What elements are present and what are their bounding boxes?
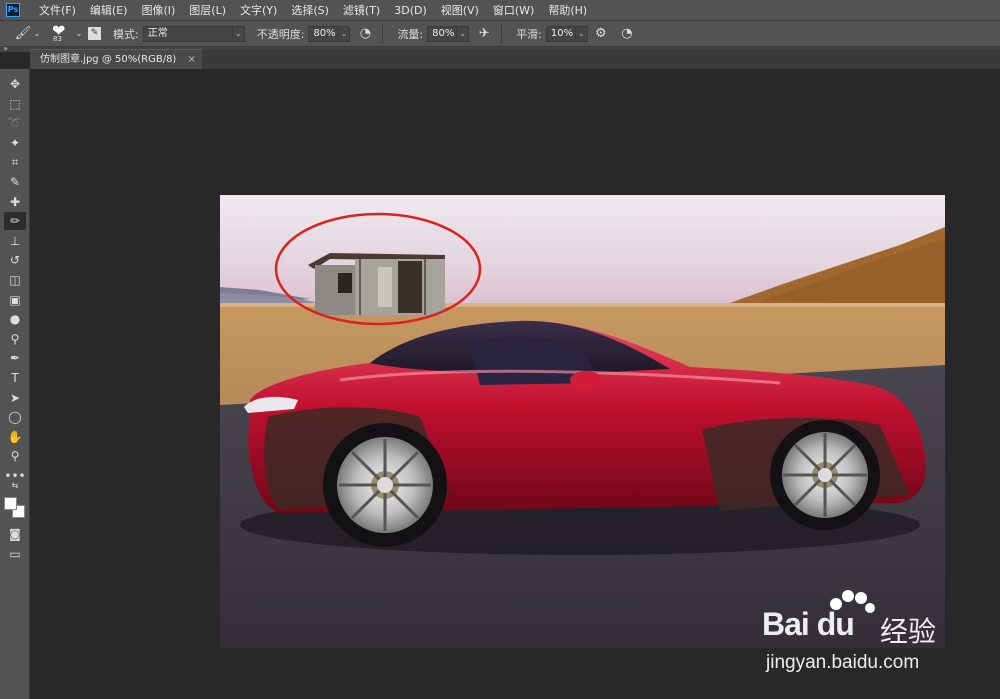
photoshop-logo-icon: Ps: [6, 3, 20, 17]
mode-select[interactable]: 正常: [142, 25, 233, 42]
document-tab[interactable]: 仿制图章.jpg @ 50%(RGB/8) ×: [30, 49, 202, 69]
magic-wand-tool-icon[interactable]: ✦: [4, 134, 26, 152]
collapse-panel-icon[interactable]: »: [3, 44, 8, 53]
chevron-down-icon[interactable]: ⌄: [338, 25, 351, 42]
menu-item[interactable]: 编辑(E): [83, 0, 135, 21]
menu-item[interactable]: 3D(D): [387, 0, 434, 21]
separator: [501, 24, 503, 43]
flow-input[interactable]: 80%: [427, 25, 458, 42]
brush-size: 83: [53, 34, 62, 43]
document-canvas[interactable]: [220, 195, 945, 648]
screen-mode-icon[interactable]: ▭: [4, 545, 26, 563]
zoom-tool-icon[interactable]: ⚲: [4, 447, 26, 465]
menu-item[interactable]: 选择(S): [284, 0, 336, 21]
brush-tool-icon[interactable]: ✏: [4, 212, 26, 231]
hand-tool-icon[interactable]: ✋: [4, 428, 26, 446]
menu-item[interactable]: 图层(L): [182, 0, 233, 21]
dodge-tool-icon[interactable]: ⚲: [4, 330, 26, 348]
eyedropper-tool-icon[interactable]: ✎: [4, 173, 26, 191]
menu-item[interactable]: 文字(Y): [233, 0, 284, 21]
menu-item[interactable]: 文件(F): [32, 0, 83, 21]
options-bar: 🖌 ⌄ ❤ 83 ⌄ ✎ 模式: 正常 ⌄ 不透明度: 80% ⌄ ◔ 流量: …: [0, 21, 1000, 47]
document-tab-title: 仿制图章.jpg @ 50%(RGB/8): [40, 54, 177, 65]
mode-label: 模式:: [113, 27, 139, 41]
lasso-tool-icon[interactable]: ➰: [4, 114, 26, 132]
brush-tool-preset-icon[interactable]: 🖌: [14, 25, 32, 43]
pressure-opacity-icon[interactable]: ◔: [356, 25, 374, 43]
tools-panel: ✥ ⬚ ➰ ✦ ⌗ ✎ ✚ ✏ ⊥ ↺ ◫ ▣ ● ⚲ ✒ T ➤ ◯ ✋ ⚲ ••• ⇆ ◙ ▭: [0, 69, 30, 699]
color-swatches[interactable]: [4, 497, 26, 519]
marquee-tool-icon[interactable]: ⬚: [4, 95, 26, 113]
blur-tool-icon[interactable]: ●: [4, 310, 26, 328]
healing-brush-tool-icon[interactable]: ✚: [4, 193, 26, 211]
pen-tool-icon[interactable]: ✒: [4, 349, 26, 367]
document-tab-bar: 仿制图章.jpg @ 50%(RGB/8) ×: [30, 49, 1000, 69]
menu-item[interactable]: 窗口(W): [486, 0, 541, 21]
pressure-size-icon[interactable]: ◔: [618, 25, 636, 43]
smoothing-input[interactable]: 10%: [545, 25, 576, 42]
airbrush-icon[interactable]: ✈: [475, 25, 493, 43]
history-brush-tool-icon[interactable]: ↺: [4, 251, 26, 269]
opacity-label: 不透明度:: [256, 27, 305, 41]
brush-preset-picker[interactable]: ❤ 83: [48, 21, 74, 45]
swap-colors-icon[interactable]: ⇆: [4, 480, 26, 492]
crop-tool-icon[interactable]: ⌗: [4, 153, 26, 171]
watermark-brand: Bai du: [762, 606, 855, 642]
close-icon[interactable]: ×: [188, 54, 196, 65]
menu-items: 文件(F) 编辑(E) 图像(I) 图层(L) 文字(Y) 选择(S) 滤镜(T) 3D(D)…: [32, 0, 594, 21]
menu-bar: Ps 文件(F) 编辑(E) 图像(I) 图层(L) 文字(Y) 选择(S) 滤镜(T) 3D…: [0, 0, 1000, 21]
separator: [382, 24, 384, 43]
type-tool-icon[interactable]: T: [4, 369, 26, 387]
menu-item[interactable]: 帮助(H): [541, 0, 594, 21]
quick-mask-icon[interactable]: ◙: [4, 525, 26, 543]
eraser-tool-icon[interactable]: ◫: [4, 271, 26, 289]
chevron-down-icon[interactable]: ⌄: [575, 25, 588, 42]
chevron-down-icon[interactable]: ⌄: [232, 25, 245, 42]
baidu-jingyan-watermark: Bai du 经验 jingyan.baidu.com: [762, 590, 992, 682]
smoothing-label: 平滑:: [516, 27, 542, 41]
foreground-color-swatch[interactable]: [4, 497, 17, 510]
shape-tool-icon[interactable]: ◯: [4, 408, 26, 426]
clone-stamp-tool-icon[interactable]: ⊥: [4, 232, 26, 250]
watermark-url: jingyan.baidu.com: [766, 652, 920, 673]
menu-item[interactable]: 视图(V): [434, 0, 486, 21]
gradient-tool-icon[interactable]: ▣: [4, 291, 26, 309]
chevron-down-icon[interactable]: ⌄: [74, 25, 84, 43]
menu-item[interactable]: 图像(I): [134, 0, 182, 21]
brush-settings-panel-icon[interactable]: ✎: [88, 27, 101, 40]
menu-item[interactable]: 滤镜(T): [336, 0, 387, 21]
chevron-down-icon[interactable]: ⌄: [457, 25, 470, 42]
move-tool-icon[interactable]: ✥: [4, 75, 26, 93]
gear-icon[interactable]: ⚙: [592, 25, 610, 43]
chevron-down-icon[interactable]: ⌄: [32, 25, 42, 43]
flow-label: 流量:: [397, 27, 424, 41]
path-selection-tool-icon[interactable]: ➤: [4, 389, 26, 407]
watermark-jingyan: 经验: [880, 615, 937, 648]
photo-car-desert: [220, 195, 945, 648]
opacity-input[interactable]: 80%: [308, 25, 339, 42]
